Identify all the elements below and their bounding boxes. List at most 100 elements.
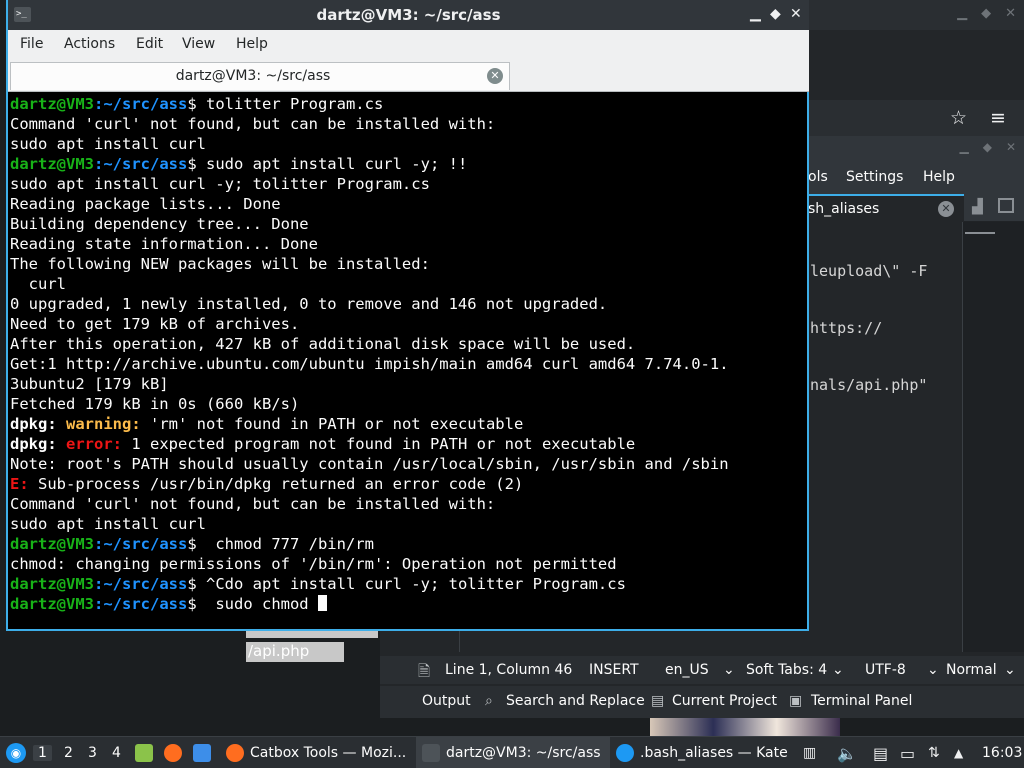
maximize-icon[interactable]: ◆	[983, 140, 992, 154]
selected-path: /api.php	[246, 642, 344, 662]
terminal-icon	[422, 744, 440, 762]
konsole-window[interactable]: >_ dartz@VM3: ~/src/ass ▁ ◆ ✕ File Actio…	[6, 0, 809, 631]
output-text: Get:1 http://archive.ubuntu.com/ubuntu i…	[10, 355, 729, 373]
konsole-titlebar[interactable]: >_ dartz@VM3: ~/src/ass ▁ ◆ ✕	[8, 0, 809, 30]
virtual-desktop-1[interactable]: 1	[33, 745, 52, 761]
prompt-user: dartz@VM3	[10, 575, 94, 593]
konsole-tabbar: dartz@VM3: ~/src/ass ✕	[8, 60, 809, 92]
output-text: Fetched 179 kB in 0s (660 kB/s)	[10, 395, 300, 413]
notes-tray[interactable]: ▤	[873, 737, 888, 768]
close-icon[interactable]: ✕	[1006, 140, 1016, 154]
minimize-icon[interactable]: ▁	[750, 6, 761, 22]
maximize-icon[interactable]: ◆	[981, 6, 991, 21]
task-firefox[interactable]: Catbox Tools — Mozi...	[226, 737, 412, 768]
split-view-icon[interactable]	[998, 198, 1014, 213]
volume-tray[interactable]: 🔈	[837, 737, 857, 768]
firefox-launcher[interactable]	[164, 737, 188, 768]
chevron-down-icon[interactable]: ⌄	[723, 662, 735, 678]
tray-expand[interactable]: ▲	[954, 737, 963, 768]
search-replace-tab[interactable]: Search and Replace	[506, 693, 645, 709]
kate-icon	[616, 744, 634, 762]
menu-settings[interactable]: Settings	[846, 169, 903, 185]
chevron-down-icon[interactable]: ⌄	[927, 662, 939, 678]
menu-help[interactable]: Help	[923, 169, 955, 185]
taskbar: ◉ 1 2 3 4 Catbox Tools — Mozi... dartz@V…	[0, 736, 1024, 768]
pin-icon[interactable]: ▟	[972, 199, 983, 215]
current-project-tab[interactable]: Current Project	[672, 693, 777, 709]
menu-actions[interactable]: Actions	[64, 36, 115, 52]
chevron-down-icon[interactable]: ⌄	[1004, 662, 1016, 678]
menu-file[interactable]: File	[20, 36, 43, 52]
virtual-desktop-4[interactable]: 4	[112, 745, 121, 761]
network-tray[interactable]: ⇅	[928, 737, 940, 768]
terminal-output[interactable]: dartz@VM3:~/src/ass$ tolitter Program.cs…	[10, 94, 807, 627]
terminal-line: dartz@VM3:~/src/ass$ sudo chmod	[10, 594, 807, 614]
terminal-line: 3ubuntu2 [179 kB]	[10, 374, 807, 394]
clipboard-icon: ▥	[803, 745, 817, 761]
close-icon[interactable]: ✕	[790, 6, 802, 22]
clipboard-tray[interactable]: ▥	[803, 737, 816, 768]
output-text: Reading package lists... Done	[10, 195, 281, 213]
minimize-icon[interactable]: ▁	[957, 6, 967, 21]
search-icon: ⌕	[485, 693, 493, 709]
chevron-up-icon: ▲	[954, 746, 964, 760]
close-icon[interactable]: ✕	[1005, 6, 1016, 21]
chevron-down-icon[interactable]: ⌄	[832, 662, 844, 678]
prompt-path: :~/src/ass	[94, 155, 188, 173]
task-konsole[interactable]: dartz@VM3: ~/src/ass	[416, 737, 610, 768]
terminal-tab-label: dartz@VM3: ~/src/ass	[175, 68, 331, 84]
application-launcher[interactable]: ◉	[6, 737, 26, 768]
code-area: leupload\" -F https:// nals/api.php"	[810, 224, 927, 433]
message-text: 1 expected program not found in PATH or …	[122, 435, 636, 453]
kate-tab-bash-aliases[interactable]: sh_aliases ✕	[808, 194, 964, 222]
terminal-line: Command 'curl' not found, but can be ins…	[10, 114, 807, 134]
terminal-tab[interactable]: dartz@VM3: ~/src/ass ✕	[10, 62, 510, 90]
terminal-line: Building dependency tree... Done	[10, 214, 807, 234]
code-line: https://	[810, 319, 883, 337]
encoding-select[interactable]: UTF-8	[865, 662, 906, 678]
files-launcher[interactable]	[135, 737, 159, 768]
message-level: E:	[10, 475, 29, 493]
terminal-line: curl	[10, 274, 807, 294]
menu-help[interactable]: Help	[236, 36, 268, 52]
menu-edit[interactable]: Edit	[136, 36, 163, 52]
clock-time: 16:03	[982, 745, 1023, 761]
dictionary-select[interactable]: en_US	[665, 662, 709, 678]
terminal-line: sudo apt install curl	[10, 134, 807, 154]
virtual-desktop-3[interactable]: 3	[88, 745, 97, 761]
network-icon: ⇅	[928, 745, 940, 761]
desktop-launcher[interactable]	[193, 737, 217, 768]
task-kate[interactable]: .bash_aliases — Kate	[616, 737, 788, 768]
minimize-icon[interactable]: ▁	[959, 140, 968, 154]
cursor-position[interactable]: Line 1, Column 46	[445, 662, 572, 678]
kate-tab-label: sh_aliases	[808, 201, 880, 217]
menu-view[interactable]: View	[182, 36, 215, 52]
prompt-path: :~/src/ass	[94, 595, 188, 613]
dpkg-label: dpkg:	[10, 415, 57, 433]
command-text: $ sudo apt install curl -y; !!	[187, 155, 468, 173]
terminal-panel-tab[interactable]: Terminal Panel	[811, 693, 912, 709]
output-text: chmod: changing permissions of '/bin/rm'…	[10, 555, 617, 573]
virtual-desktop-2[interactable]: 2	[64, 745, 73, 761]
menu-tools[interactable]: ols	[808, 169, 828, 185]
hamburger-menu-icon[interactable]: ≡	[990, 107, 1006, 129]
code-line: nals/api.php"	[810, 376, 928, 394]
maximize-icon[interactable]: ◆	[770, 6, 781, 22]
minimap[interactable]	[962, 222, 1024, 652]
output-text: Need to get 179 kB of archives.	[10, 315, 300, 333]
terminal-line: dartz@VM3:~/src/ass$ ^Cdo apt install cu…	[10, 574, 807, 594]
window-title: dartz@VM3: ~/src/ass	[316, 6, 501, 24]
close-tab-icon[interactable]: ✕	[487, 68, 503, 84]
close-tab-icon[interactable]: ✕	[938, 201, 954, 217]
terminal-line: chmod: changing permissions of '/bin/rm'…	[10, 554, 807, 574]
indent-select[interactable]: Soft Tabs: 4	[746, 662, 827, 678]
output-tab[interactable]: Output	[422, 693, 471, 709]
input-mode[interactable]: INSERT	[589, 662, 639, 678]
display-tray[interactable]: ▭	[900, 737, 915, 768]
message-text: 'rm' not found in PATH or not executable	[140, 415, 524, 433]
clock[interactable]: 16:03	[982, 737, 1022, 768]
kate-bottom-toolviews: Output ⌕ Search and Replace ▤ Current Pr…	[380, 686, 1024, 718]
view-mode-select[interactable]: Normal	[946, 662, 997, 678]
star-icon[interactable]: ☆	[950, 107, 967, 129]
terminal-line: Need to get 179 kB of archives.	[10, 314, 807, 334]
